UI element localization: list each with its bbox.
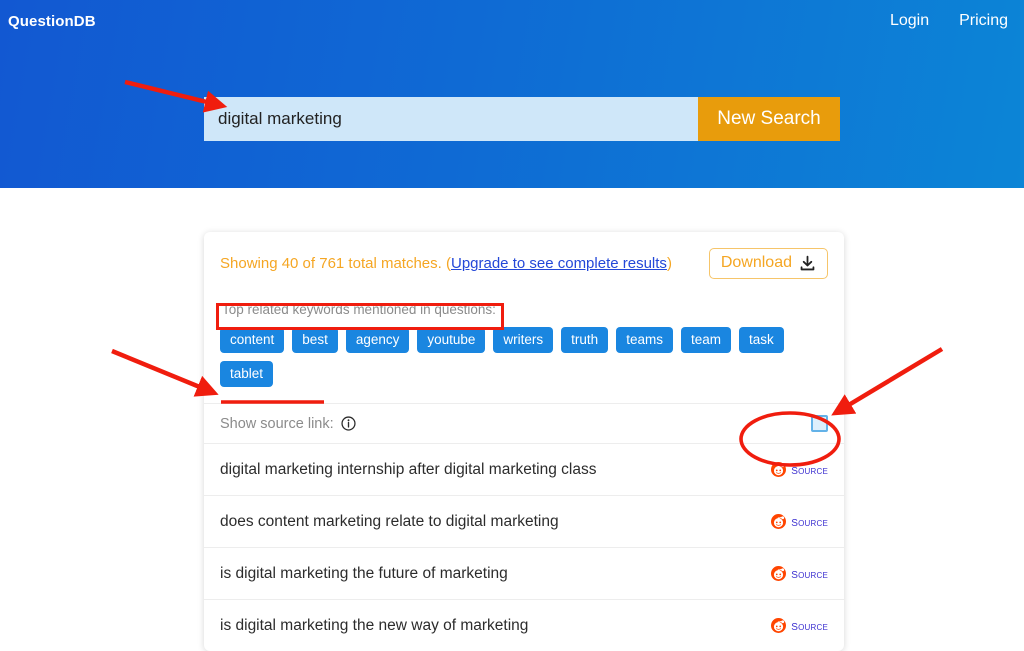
brand-logo[interactable]: QuestionDB	[8, 13, 96, 30]
reddit-icon	[771, 618, 787, 633]
show-source-link-checkbox[interactable]	[811, 415, 828, 432]
nav-item-login[interactable]: Login	[890, 12, 929, 30]
table-row[interactable]: digital marketing internship after digit…	[204, 443, 844, 495]
source-link[interactable]: Source	[771, 618, 828, 634]
matches-count-text: Showing 40 of 761 total matches. (	[220, 255, 451, 272]
results-card: Showing 40 of 761 total matches. (Upgrad…	[204, 232, 844, 651]
table-row[interactable]: does content marketing relate to digital…	[204, 495, 844, 547]
matches-summary: Showing 40 of 761 total matches. (Upgrad…	[220, 248, 672, 272]
question-text: digital marketing internship after digit…	[220, 460, 597, 478]
download-button-label: Download	[720, 254, 792, 271]
keyword-chip[interactable]: team	[680, 327, 731, 353]
source-link[interactable]: Source	[771, 462, 828, 478]
keyword-chip[interactable]: truth	[561, 327, 609, 353]
search-input[interactable]	[204, 97, 698, 141]
source-link[interactable]: Source	[771, 514, 828, 530]
arrow-to-show-source-link	[111, 348, 219, 397]
keyword-chip-list: content best agency youtube writers trut…	[220, 327, 828, 387]
matches-row: Showing 40 of 761 total matches. (Upgrad…	[220, 248, 828, 279]
table-row[interactable]: is digital marketing the future of marke…	[204, 547, 844, 599]
source-link-label: Source	[791, 461, 828, 478]
show-source-link-label-group: Show source link:	[220, 416, 356, 432]
show-source-link-row: Show source link:	[204, 403, 844, 443]
question-text: is digital marketing the future of marke…	[220, 564, 508, 582]
keyword-chip[interactable]: task	[738, 327, 784, 353]
new-search-button[interactable]: New Search	[698, 97, 840, 141]
keyword-chip[interactable]: best	[292, 327, 338, 353]
table-row[interactable]: is digital marketing the new way of mark…	[204, 599, 844, 651]
question-text: does content marketing relate to digital…	[220, 512, 559, 530]
source-link-label: Source	[791, 513, 828, 530]
keyword-chip[interactable]: teams	[616, 327, 673, 353]
show-source-link-label: Show source link:	[220, 415, 334, 432]
box-around-keywords-label	[216, 303, 504, 330]
info-icon[interactable]	[341, 416, 356, 431]
download-icon	[800, 255, 815, 270]
page-root: QuestionDB Login Pricing New Search Show…	[0, 0, 1024, 651]
arrow-to-source-link	[831, 347, 944, 416]
keyword-chip[interactable]: tablet	[220, 361, 274, 387]
top-nav: Login Pricing	[890, 12, 1008, 30]
question-text: is digital marketing the new way of mark…	[220, 616, 529, 634]
reddit-icon	[771, 514, 787, 529]
site-header: QuestionDB Login Pricing New Search	[0, 0, 1024, 188]
reddit-icon	[771, 462, 787, 477]
search-bar: New Search	[204, 97, 840, 141]
keyword-chip[interactable]: youtube	[417, 327, 486, 353]
upgrade-link[interactable]: Upgrade to see complete results	[451, 255, 667, 272]
source-link[interactable]: Source	[771, 566, 828, 582]
reddit-icon	[771, 566, 787, 581]
matches-suffix: )	[666, 255, 672, 272]
keyword-chip[interactable]: content	[220, 327, 285, 353]
download-button[interactable]: Download	[708, 248, 828, 279]
keyword-chip[interactable]: writers	[493, 327, 554, 353]
keyword-chip[interactable]: agency	[345, 327, 410, 353]
nav-item-pricing[interactable]: Pricing	[959, 12, 1008, 30]
source-link-label: Source	[791, 565, 828, 582]
source-link-label: Source	[791, 617, 828, 634]
